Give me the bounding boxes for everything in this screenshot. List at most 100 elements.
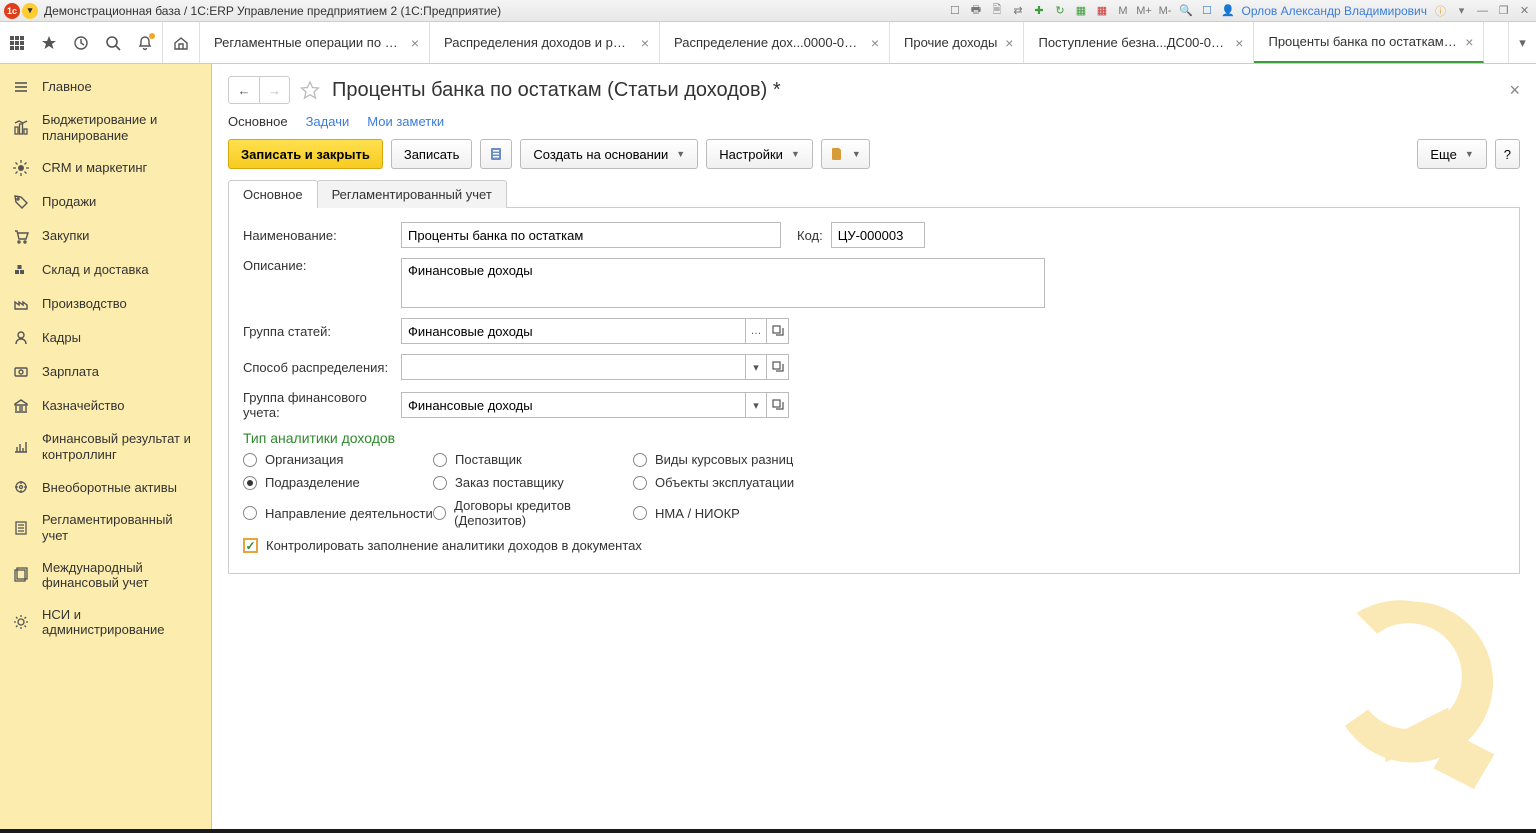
tab-close-icon[interactable]: × [1235,35,1243,51]
fingroup-dropdown-button[interactable]: ▾ [745,392,767,418]
sidebar-item-salary[interactable]: Зарплата [0,355,211,389]
favorite-star-icon[interactable] [300,79,322,101]
tb-search-icon[interactable]: 🔍 [1178,3,1193,18]
fingroup-open-button[interactable] [767,392,789,418]
sidebar-item-fin[interactable]: Финансовый результат и контроллинг [0,423,211,470]
control-analytics-checkbox[interactable]: ✓ Контролировать заполнение аналитики до… [243,538,1505,553]
tabs-menu-icon[interactable]: ▾ [1508,22,1536,63]
desc-input[interactable] [401,258,1045,308]
code-input[interactable] [831,222,925,248]
favorites-icon[interactable] [38,32,60,54]
tb-info-drop-icon[interactable]: ▾ [1454,3,1469,18]
dist-dropdown-button[interactable]: ▾ [745,354,767,380]
group-select-button[interactable]: … [745,318,767,344]
dist-label: Способ распределения: [243,360,401,375]
group-open-button[interactable] [767,318,789,344]
sidebar-item-ifrs[interactable]: Международный финансовый учет [0,552,211,599]
tab-0[interactable]: Регламентные операции по закр...× [200,22,430,63]
group-input[interactable] [401,318,745,344]
window-minimize-icon[interactable]: — [1475,3,1490,18]
tb-mplus-icon[interactable]: M+ [1136,3,1151,18]
assets-icon [12,478,30,496]
sidebar-item-admin[interactable]: НСИ и администрирование [0,599,211,646]
dist-input[interactable] [401,354,745,380]
radio-7[interactable]: Договоры кредитов (Депозитов) [433,498,633,528]
create-based-button[interactable]: Создать на основании▼ [520,139,698,169]
page-close-icon[interactable]: × [1509,80,1520,101]
tb-calc-recycle-icon[interactable]: ↻ [1052,3,1067,18]
save-button[interactable]: Записать [391,139,473,169]
inner-tab-main[interactable]: Основное [228,180,318,208]
app-1c-icon: 1c [4,3,20,19]
sidebar-item-assets[interactable]: Внеоборотные активы [0,470,211,504]
save-close-button[interactable]: Записать и закрыть [228,139,383,169]
sidebar-item-label: Кадры [42,330,81,346]
tb-panel-icon[interactable]: ☐ [1199,3,1214,18]
radio-5[interactable]: Объекты эксплуатации [633,475,833,490]
history-icon[interactable] [70,32,92,54]
nav-back-button[interactable]: ← [229,77,259,103]
sidebar-item-budget[interactable]: Бюджетирование и планирование [0,104,211,151]
radio-2[interactable]: Виды курсовых разниц [633,452,833,467]
app-dropdown-icon[interactable]: ▾ [22,3,38,19]
tab-5[interactable]: Проценты банка по остаткам (С...× [1254,22,1484,63]
sidebar-item-treasury[interactable]: Казначейство [0,389,211,423]
radio-0[interactable]: Организация [243,452,433,467]
radio-1[interactable]: Поставщик [433,452,633,467]
tab-close-icon[interactable]: × [411,35,419,51]
sidebar-item-crm[interactable]: CRM и маркетинг [0,151,211,185]
tb-print-icon[interactable]: 🖶 [968,3,983,18]
inner-tab-reg[interactable]: Регламентированный учет [317,180,507,208]
tab-3[interactable]: Прочие доходы× [890,22,1024,63]
home-tab[interactable] [163,22,200,63]
app-menu-icon[interactable] [6,32,28,54]
window-maximize-icon[interactable]: ❐ [1496,3,1511,18]
tab-4[interactable]: Поступление безна...ДС00-000023× [1024,22,1254,63]
fingroup-input[interactable] [401,392,745,418]
radio-4[interactable]: Заказ поставщику [433,475,633,490]
sidebar-item-prod[interactable]: Производство [0,287,211,321]
more-button[interactable]: Еще▼ [1417,139,1486,169]
tab-2[interactable]: Распределение дох...0000-000002× [660,22,890,63]
tb-m-icon[interactable]: M [1115,3,1130,18]
tb-doc-icon[interactable]: 🗎 [989,3,1004,18]
help-button[interactable]: ? [1495,139,1520,169]
subnav-main[interactable]: Основное [228,114,288,129]
tb-compare-icon[interactable]: ⇄ [1010,3,1025,18]
radio-8[interactable]: НМА / НИОКР [633,498,833,528]
tb-print-preview-icon[interactable]: ☐ [947,3,962,18]
sidebar-item-wh[interactable]: Склад и доставка [0,253,211,287]
sidebar-item-purch[interactable]: Закупки [0,219,211,253]
settings-button[interactable]: Настройки▼ [706,139,813,169]
tb-calendar31-icon[interactable]: ▦ [1094,3,1109,18]
dist-open-button[interactable] [767,354,789,380]
window-close-icon[interactable]: ✕ [1517,3,1532,18]
tb-calendar-icon[interactable]: ▦ [1073,3,1088,18]
sidebar-item-label: Регламентированный учет [42,512,199,543]
attachment-button[interactable]: ▼ [821,139,870,169]
tab-close-icon[interactable]: × [641,35,649,51]
sidebar-item-reg[interactable]: Регламентированный учет [0,504,211,551]
notifications-icon[interactable] [134,32,156,54]
sidebar-item-menu[interactable]: Главное [0,70,211,104]
radio-3[interactable]: Подразделение [243,475,433,490]
tb-mminus-icon[interactable]: M- [1157,3,1172,18]
subnav-tasks[interactable]: Задачи [306,114,350,129]
radio-6[interactable]: Направление деятельности [243,498,433,528]
sidebar-item-hr[interactable]: Кадры [0,321,211,355]
name-input[interactable] [401,222,781,248]
nav-forward-button[interactable]: → [259,77,289,103]
report-button[interactable] [480,139,512,169]
subnav-notes[interactable]: Мои заметки [367,114,444,129]
tab-close-icon[interactable]: × [1005,35,1013,51]
sidebar-item-sales[interactable]: Продажи [0,185,211,219]
radio-icon [633,453,647,467]
purch-icon [12,227,30,245]
user-name[interactable]: Орлов Александр Владимирович [1241,4,1427,18]
tab-1[interactable]: Распределения доходов и расх...× [430,22,660,63]
tab-close-icon[interactable]: × [871,35,879,51]
tb-info-icon[interactable]: ⓘ [1433,3,1448,18]
tb-calc-plus-icon[interactable]: ✚ [1031,3,1046,18]
tab-close-icon[interactable]: × [1465,34,1473,50]
search-icon[interactable] [102,32,124,54]
